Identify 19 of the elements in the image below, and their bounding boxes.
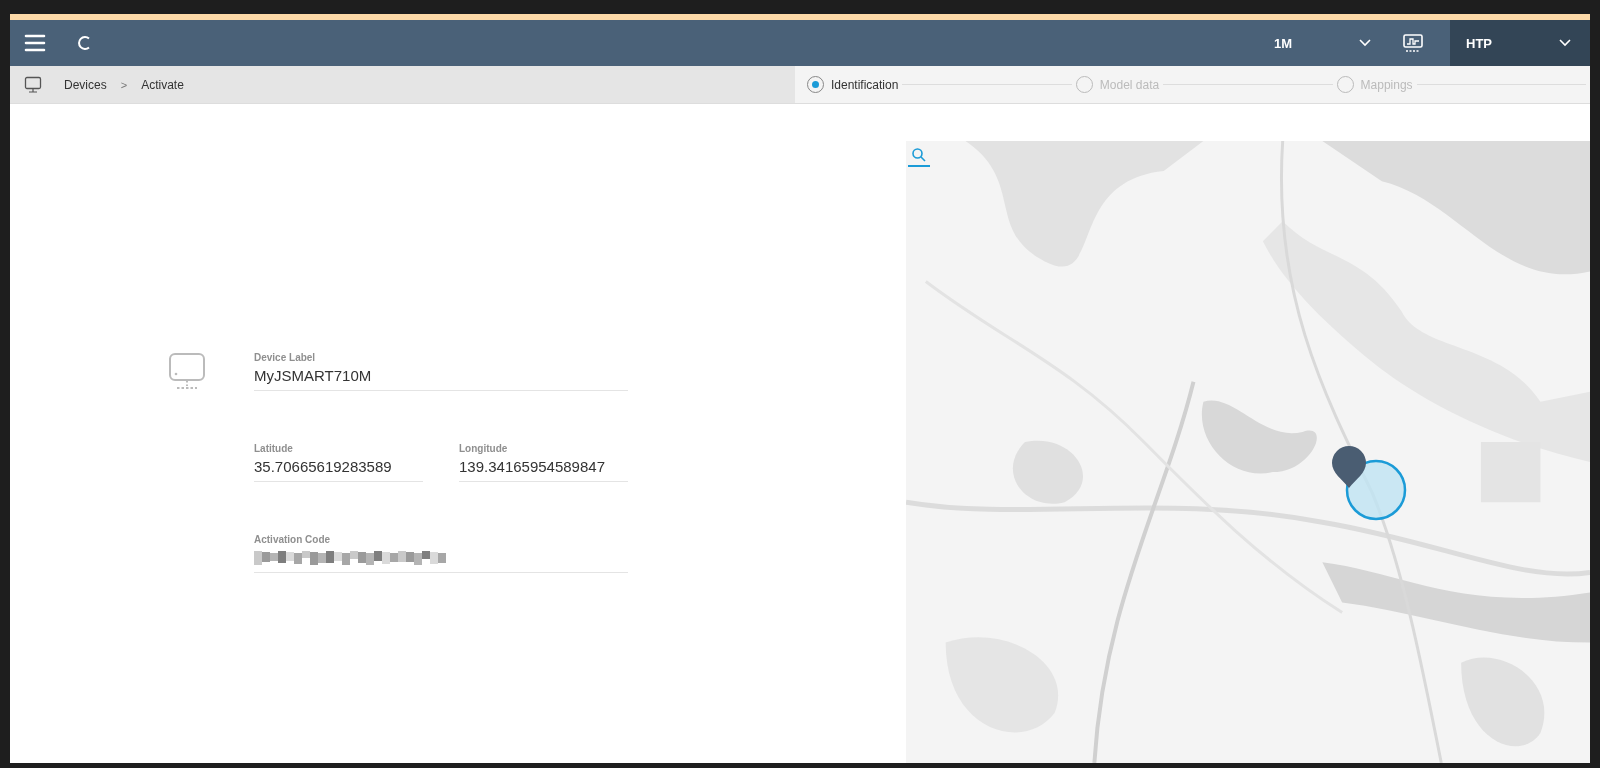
caret-icon — [1558, 38, 1572, 48]
breadcrumb-link[interactable]: Activate — [141, 77, 184, 92]
breadcrumb-link[interactable]: Devices — [64, 77, 107, 92]
location-pin-icon[interactable] — [1330, 444, 1368, 490]
interval-dropdown[interactable]: 1M — [1268, 35, 1378, 51]
step[interactable]: Identification — [807, 76, 899, 93]
breadcrumb-separator: > — [120, 78, 128, 91]
monitor-icon — [168, 352, 208, 392]
longitude-field[interactable]: Longitude 139.34165954589847 — [459, 443, 628, 482]
monitor-chart-icon[interactable] — [1402, 33, 1424, 53]
latitude-field[interactable]: Latitude 35.70665619283589 — [254, 443, 423, 482]
caret-icon — [1358, 38, 1372, 48]
logo-icon — [76, 35, 92, 51]
monitor-icon — [24, 75, 42, 94]
search-button[interactable] — [908, 145, 930, 167]
tenant-dropdown[interactable]: HTP — [1450, 20, 1590, 66]
menu-icon[interactable] — [24, 33, 46, 53]
device-label-field[interactable]: Device Label MyJSMART710M — [254, 352, 628, 391]
accuracy-circle — [1345, 459, 1407, 521]
